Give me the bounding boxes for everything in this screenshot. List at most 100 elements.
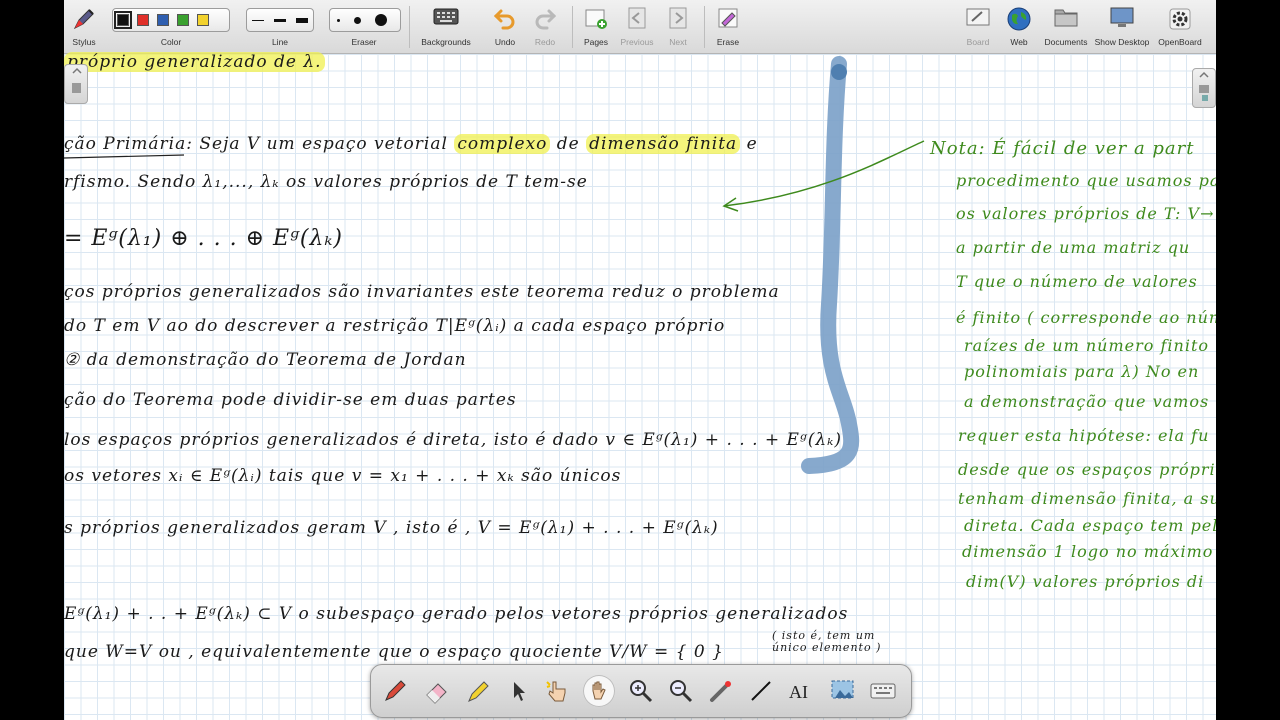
side-note-line: desde que os espaços próprios ge: [958, 460, 1216, 479]
documents-button[interactable]: Documents: [1040, 0, 1092, 53]
line-tool[interactable]: [745, 675, 777, 707]
note-line-7: ② da demonstração do Teorema de Jordan: [64, 350, 467, 370]
line-thin[interactable]: [252, 19, 264, 21]
undo-icon: [493, 9, 515, 30]
note-line-12: Eᵍ(λ₁) + . . + Eᵍ(λₖ) ⊂ V o subespaço ge…: [64, 604, 849, 624]
zoom-in-tool[interactable]: [625, 675, 657, 707]
side-note-line: é finito ( corresponde ao núm: [956, 308, 1216, 327]
add-page-icon: [585, 9, 607, 29]
gear-icon: [1169, 8, 1191, 30]
folder-icon: [1054, 9, 1078, 27]
eraser-icon: [426, 683, 447, 704]
hand-tool[interactable]: [583, 675, 615, 707]
stylus-button[interactable]: Stylus: [66, 0, 102, 53]
laser-pointer-tool[interactable]: [705, 675, 737, 707]
pages-button[interactable]: Pages: [578, 0, 614, 53]
side-note-line: polinomiais para λ) No en: [964, 362, 1200, 381]
next-button[interactable]: Next: [660, 0, 696, 53]
show-desktop-button[interactable]: Show Desktop: [1094, 0, 1150, 53]
erase-page-icon: [718, 8, 738, 28]
interactor-tool[interactable]: [541, 675, 573, 707]
note-line-4: = Eᵍ(λ₁) ⊕ . . . ⊕ Eᵍ(λₖ): [64, 226, 344, 251]
expand-left-icon: [72, 67, 82, 93]
zoom-in-icon: [630, 680, 653, 703]
pointing-hand-icon: [546, 681, 566, 702]
note-line-1: próprio generalizado de λ.: [64, 52, 325, 72]
web-button[interactable]: Web: [1004, 0, 1034, 53]
capture-tool[interactable]: [827, 675, 859, 707]
right-library-tab[interactable]: [1192, 68, 1216, 108]
board-label: Board: [966, 37, 990, 47]
swatch-yellow[interactable]: [197, 14, 209, 26]
virtual-keyboard-tool[interactable]: [867, 675, 899, 707]
backgrounds-button[interactable]: Backgrounds: [416, 0, 476, 53]
selector-tool[interactable]: [503, 675, 535, 707]
pen-tool[interactable]: [379, 675, 411, 707]
line-thick[interactable]: [296, 17, 308, 23]
side-note-line: tenham dimensão finita, a sua: [958, 489, 1216, 508]
toolbar-divider: [704, 6, 705, 48]
erase-button[interactable]: Erase: [710, 0, 746, 53]
swatch-green[interactable]: [177, 14, 189, 26]
line-group: Line: [246, 0, 314, 53]
swatch-blue[interactable]: [157, 14, 169, 26]
note-line-13: que W=V ou , equivalentemente que o espa…: [64, 642, 724, 662]
side-note-line: direta. Cada espaço tem pel: [964, 516, 1216, 535]
redo-button[interactable]: Redo: [526, 0, 564, 53]
backgrounds-label: Backgrounds: [421, 37, 471, 47]
keyboard-icon: [870, 683, 896, 699]
board-page[interactable]: próprio generalizado de λ. ção Primária:…: [64, 52, 1216, 720]
undo-button[interactable]: Undo: [486, 0, 524, 53]
marker-tool[interactable]: [463, 675, 495, 707]
swatch-black[interactable]: [114, 11, 132, 29]
zoom-out-icon: [670, 680, 693, 703]
openboard-label: OpenBoard: [1158, 37, 1202, 47]
swatch-red[interactable]: [137, 14, 149, 26]
openboard-window: Stylus Color Line Eraser Backgrounds Und…: [64, 0, 1216, 720]
top-toolbar: Stylus Color Line Eraser Backgrounds Und…: [64, 0, 1216, 54]
stylus-icon: [73, 9, 94, 30]
arrow-pointer-icon: [514, 682, 525, 701]
show-desktop-label: Show Desktop: [1094, 37, 1150, 47]
next-page-icon: [669, 7, 687, 29]
next-label: Next: [669, 37, 687, 47]
highlighter-icon: [468, 681, 489, 702]
note-line-8: ção do Teorema pode dividir-se em duas p…: [64, 390, 517, 410]
openboard-menu-button[interactable]: OpenBoard: [1154, 0, 1206, 53]
text-tool[interactable]: AI: [785, 675, 817, 707]
side-note-line: dim(V) valores próprios di: [966, 572, 1205, 591]
previous-button[interactable]: Previous: [616, 0, 658, 53]
laser-pointer-icon: [710, 681, 731, 702]
eraser-medium[interactable]: [354, 16, 361, 24]
board-button[interactable]: Board: [959, 0, 997, 53]
redo-icon: [535, 9, 557, 30]
capture-icon: [831, 680, 854, 699]
side-note-line: procedimento que usamos para: [956, 171, 1216, 190]
left-library-tab[interactable]: [64, 64, 88, 104]
side-note-line: T que o número de valores: [956, 272, 1198, 291]
eraser-large[interactable]: [375, 14, 387, 26]
previous-label: Previous: [620, 37, 654, 47]
web-label: Web: [1010, 37, 1028, 47]
board-icon: [966, 8, 990, 26]
color-group: Color: [112, 0, 230, 53]
eraser-label: Eraser: [351, 37, 377, 47]
note-line-2: ção Primária: Seja V um espaço vetorial …: [64, 134, 758, 154]
zoom-out-tool[interactable]: [665, 675, 697, 707]
floating-tool-palette: AI: [370, 664, 912, 718]
globe-icon: [1007, 7, 1031, 31]
note-line-6: do T em V ao do descrever a restrição T|…: [64, 316, 726, 336]
color-swatches: [112, 8, 230, 32]
note-line-11: s próprios generalizados geram V , isto …: [64, 518, 719, 538]
previous-page-icon: [628, 7, 646, 29]
eraser-small[interactable]: [337, 18, 340, 22]
stylus-label: Stylus: [72, 37, 96, 47]
eraser-tool[interactable]: [421, 675, 453, 707]
keyboard-grid-icon: [433, 8, 459, 25]
note-line-10: os vetores xᵢ ∈ Eᵍ(λᵢ) tais que v = x₁ +…: [64, 466, 622, 486]
expand-right-icon: [1199, 71, 1209, 101]
note-line-9: los espaços próprios generalizados é dir…: [64, 430, 842, 450]
pages-label: Pages: [583, 37, 609, 47]
line-medium[interactable]: [274, 18, 286, 22]
toolbar-divider: [409, 6, 410, 48]
